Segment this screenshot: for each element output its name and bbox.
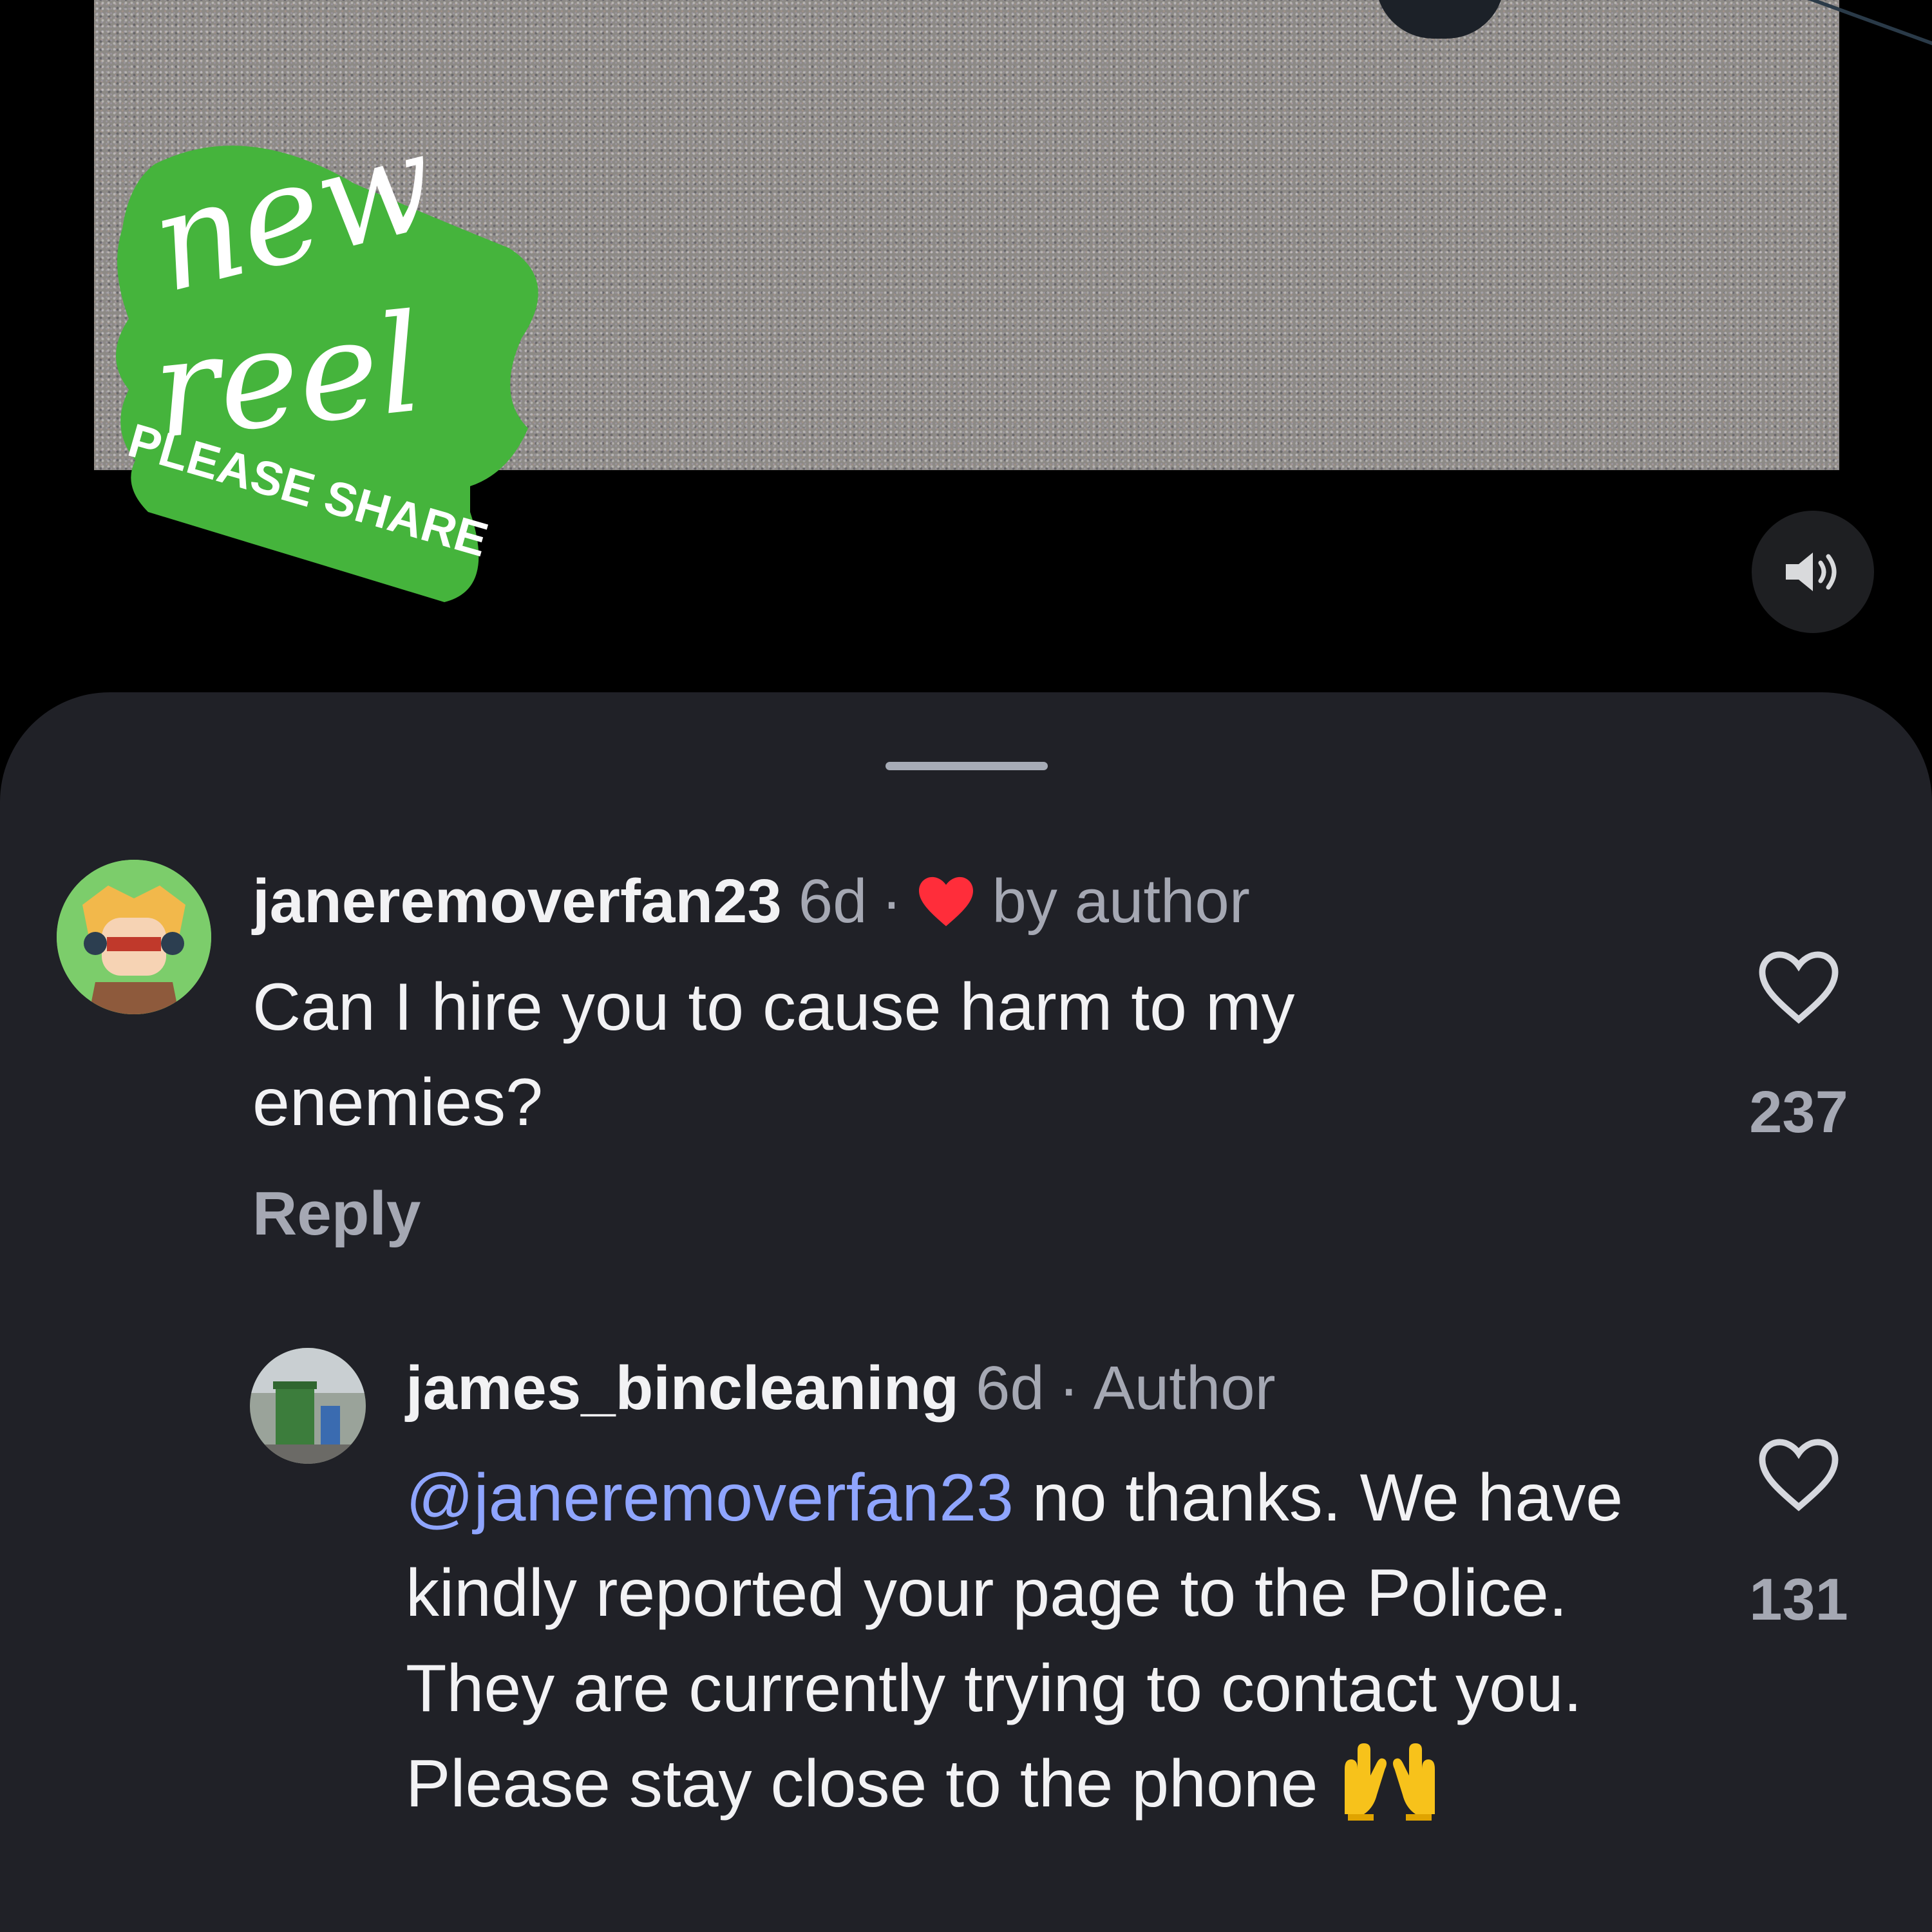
heart-outline-icon[interactable] <box>1757 950 1841 1026</box>
reply-time: 6d <box>975 1354 1045 1423</box>
reply-button[interactable]: Reply <box>252 1179 421 1249</box>
comment-username[interactable]: janeremoverfan23 <box>252 871 782 933</box>
separator-dot: · <box>1058 1354 1079 1423</box>
shoe-in-video <box>1376 0 1504 39</box>
strap-in-video <box>1807 0 1932 47</box>
speaker-volume-icon <box>1786 553 1837 591</box>
heart-outline-icon[interactable] <box>1757 1437 1841 1513</box>
comment-body: Can I hire you to cause harm to my enemi… <box>252 970 1295 1140</box>
raised-hands-emoji <box>1344 1743 1435 1821</box>
cartoon-avatar-icon <box>57 860 211 1014</box>
bin-photo-avatar-icon <box>250 1348 366 1464</box>
liked-by-author-label: by author <box>992 867 1250 936</box>
author-badge: Author <box>1093 1354 1276 1423</box>
like-count: 237 <box>1749 1079 1848 1145</box>
sound-toggle-button[interactable] <box>1752 511 1874 633</box>
like-count: 131 <box>1749 1567 1848 1633</box>
sheet-drag-handle[interactable] <box>886 762 1048 770</box>
reply-body: @janeremoverfan23 no thanks. We have kin… <box>406 1450 1719 1832</box>
reply-header: james_bincleaning 6d · Author <box>406 1358 1276 1419</box>
mention-link[interactable]: @janeremoverfan23 <box>406 1461 1014 1535</box>
separator-dot: · <box>881 867 902 936</box>
comment-header: janeremoverfan23 6d · by author <box>252 871 1250 933</box>
red-heart-icon <box>918 876 973 927</box>
avatar[interactable] <box>57 860 211 1014</box>
comment-time: 6d <box>798 867 867 936</box>
new-reel-sticker: new reel PLEASE SHARE <box>116 126 538 602</box>
reply-username[interactable]: james_bincleaning <box>406 1358 959 1419</box>
avatar[interactable] <box>250 1348 366 1464</box>
